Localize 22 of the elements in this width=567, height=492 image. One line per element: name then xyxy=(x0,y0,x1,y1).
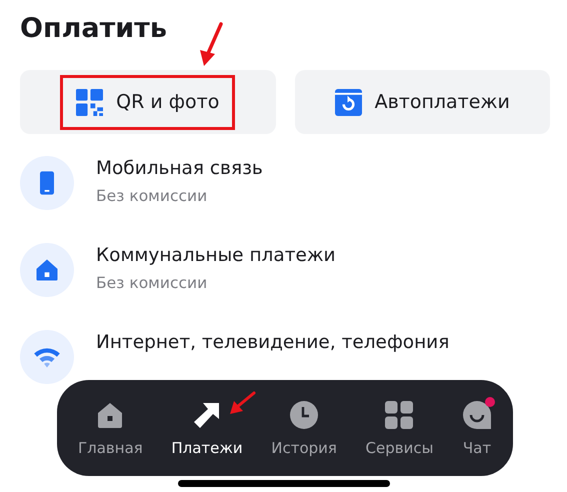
payment-category-item[interactable]: Коммунальные платежи Без комиссии xyxy=(20,243,547,297)
qr-code-icon xyxy=(76,88,104,116)
quick-action-button[interactable]: Автоплатежи xyxy=(294,70,550,134)
quick-action-button[interactable]: QR и фото xyxy=(20,70,276,134)
category-title: Коммунальные платежи xyxy=(96,245,336,266)
tab-button[interactable]: Платежи xyxy=(166,400,248,456)
calendar-refresh-icon xyxy=(334,88,362,116)
tab-button[interactable]: Чат xyxy=(457,400,497,456)
category-title: Мобильная связь xyxy=(96,158,263,179)
grid-icon xyxy=(384,400,414,430)
category-subtitle: Без комиссии xyxy=(96,274,208,292)
page-title: Оплатить xyxy=(20,12,167,46)
clock-icon xyxy=(289,400,320,430)
payment-category-item[interactable]: Мобильная связь Без комиссии xyxy=(20,156,547,210)
tab-button[interactable]: История xyxy=(266,400,342,456)
tab-button[interactable]: Главная xyxy=(73,400,148,456)
category-subtitle: Без комиссии xyxy=(96,187,208,205)
annotation-arrow xyxy=(227,390,257,416)
payment-category-item[interactable]: Интернет, телевидение, телефония xyxy=(20,330,547,384)
category-title: Интернет, телевидение, телефония xyxy=(96,332,450,353)
chat-smile-icon xyxy=(462,400,492,430)
tab-button[interactable]: Сервисы xyxy=(360,400,438,456)
